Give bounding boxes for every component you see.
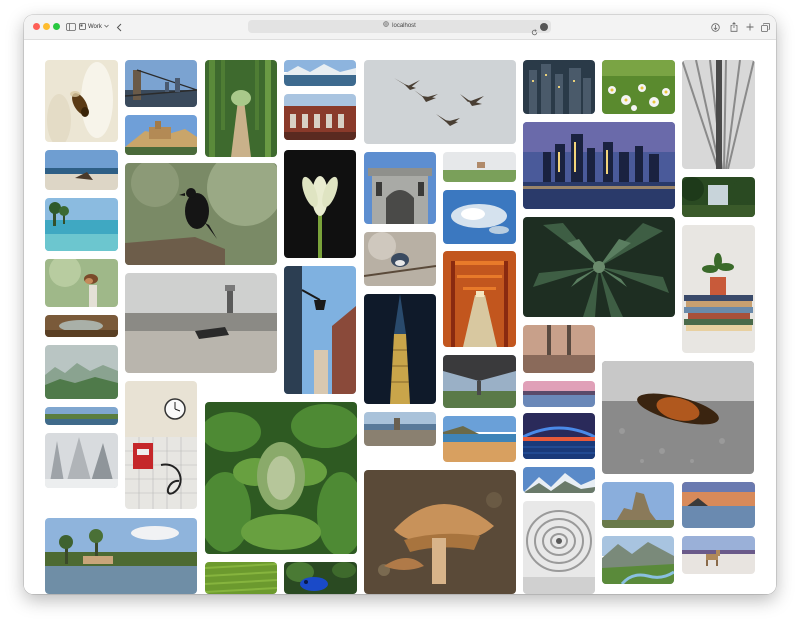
photo-glowing-bridge-night[interactable] bbox=[523, 413, 595, 459]
sidebar-icon[interactable] bbox=[65, 21, 76, 33]
browser-toolbar: Work localhost bbox=[24, 15, 776, 40]
photo-skyscraper-at-night[interactable] bbox=[364, 294, 436, 404]
address-bar[interactable]: localhost bbox=[248, 20, 551, 36]
tab-group-button[interactable]: Work bbox=[79, 21, 109, 33]
photo-london-skyline-night[interactable] bbox=[523, 122, 675, 209]
photo-woolly-caterpillar[interactable] bbox=[602, 361, 754, 474]
lock-icon bbox=[383, 20, 389, 33]
close-window-button[interactable] bbox=[33, 23, 40, 30]
photo-pink-sunset-water[interactable] bbox=[523, 325, 595, 373]
minimize-window-button[interactable] bbox=[43, 23, 50, 30]
photo-under-bridge-view[interactable] bbox=[443, 355, 516, 408]
url-text: localhost bbox=[392, 23, 416, 29]
photo-green-agave-plant[interactable] bbox=[523, 217, 675, 317]
photo-white-flower-bud-dark[interactable] bbox=[284, 150, 356, 258]
photo-wooden-window-view[interactable] bbox=[45, 315, 118, 337]
photo-brooklyn-bridge-skyline[interactable] bbox=[125, 60, 197, 107]
photo-bamboo-forest-path[interactable] bbox=[205, 60, 277, 157]
photo-street-lamp-wall[interactable] bbox=[284, 266, 356, 394]
photo-wall-clock-and-fire-alarm[interactable] bbox=[125, 381, 197, 509]
photo-coastal-village[interactable] bbox=[45, 407, 118, 425]
photo-rock-formation[interactable] bbox=[602, 482, 674, 528]
extension-icon[interactable] bbox=[540, 23, 548, 31]
photo-snowy-mountain-lake[interactable] bbox=[284, 60, 356, 86]
download-icon[interactable] bbox=[711, 21, 720, 33]
photo-red-boat-on-shore[interactable] bbox=[682, 482, 755, 528]
photo-beach-with-driftwood[interactable] bbox=[45, 150, 118, 190]
photo-green-tea-field[interactable] bbox=[205, 562, 277, 594]
photo-spiral-architecture[interactable] bbox=[523, 501, 595, 594]
share-icon[interactable] bbox=[729, 21, 738, 33]
photo-city-lights-at-dusk[interactable] bbox=[523, 60, 595, 114]
photo-hilltop-castle-town[interactable] bbox=[125, 115, 197, 155]
photo-sunset-over-sea[interactable] bbox=[523, 381, 595, 407]
new-tab-icon[interactable] bbox=[745, 21, 754, 33]
tab-overview-icon[interactable] bbox=[761, 21, 770, 33]
back-icon[interactable] bbox=[115, 21, 123, 33]
photo-red-brick-building[interactable] bbox=[284, 94, 356, 140]
photo-palm-house-waterfront[interactable] bbox=[45, 518, 197, 594]
photo-potted-plant-on-books[interactable] bbox=[682, 225, 755, 353]
photo-sandy-beach-cliffs[interactable] bbox=[443, 416, 516, 462]
tab-group-icon bbox=[79, 22, 86, 32]
chevron-down-icon bbox=[104, 24, 109, 30]
photo-ornate-stone-gateway[interactable] bbox=[364, 152, 436, 224]
photo-fern-leaves-closeup[interactable] bbox=[205, 402, 357, 554]
photo-snowy-island-aerial[interactable] bbox=[443, 190, 516, 244]
photo-white-architecture-ribs[interactable] bbox=[682, 60, 755, 169]
photo-dog-on-salt-flat[interactable] bbox=[682, 536, 755, 574]
photo-tropical-beach-palms[interactable] bbox=[45, 198, 118, 251]
photo-gallery bbox=[24, 40, 776, 594]
reload-icon[interactable] bbox=[531, 23, 538, 36]
zoom-window-button[interactable] bbox=[53, 23, 60, 30]
tab-group-label: Work bbox=[88, 24, 102, 30]
photo-mountain-river-valley[interactable] bbox=[602, 536, 674, 584]
photo-frozen-winter-trees[interactable] bbox=[45, 433, 118, 488]
photo-white-daisies-field[interactable] bbox=[602, 60, 675, 114]
photo-foggy-green-forest[interactable] bbox=[45, 345, 118, 399]
photo-bee-on-white-flower[interactable] bbox=[45, 60, 118, 142]
browser-window: Work localhost bbox=[24, 15, 776, 594]
photo-beach-seascape[interactable] bbox=[364, 412, 436, 446]
photo-horse-on-green-hill[interactable] bbox=[443, 152, 516, 182]
photo-black-crow-on-branch[interactable] bbox=[125, 163, 277, 265]
photo-brown-mushroom[interactable] bbox=[364, 470, 516, 594]
photo-red-torii-tunnel[interactable] bbox=[443, 251, 516, 347]
photo-small-bird-on-post[interactable] bbox=[45, 259, 118, 307]
photo-trees-and-building[interactable] bbox=[125, 273, 277, 373]
photo-bird-on-branch[interactable] bbox=[364, 232, 436, 286]
photo-flying-pelicans-sky[interactable] bbox=[364, 60, 516, 144]
photo-snowy-mountain-peaks[interactable] bbox=[523, 467, 595, 493]
photo-blue-poison-frog[interactable] bbox=[284, 562, 357, 594]
photo-dark-forest-edge[interactable] bbox=[682, 177, 755, 217]
